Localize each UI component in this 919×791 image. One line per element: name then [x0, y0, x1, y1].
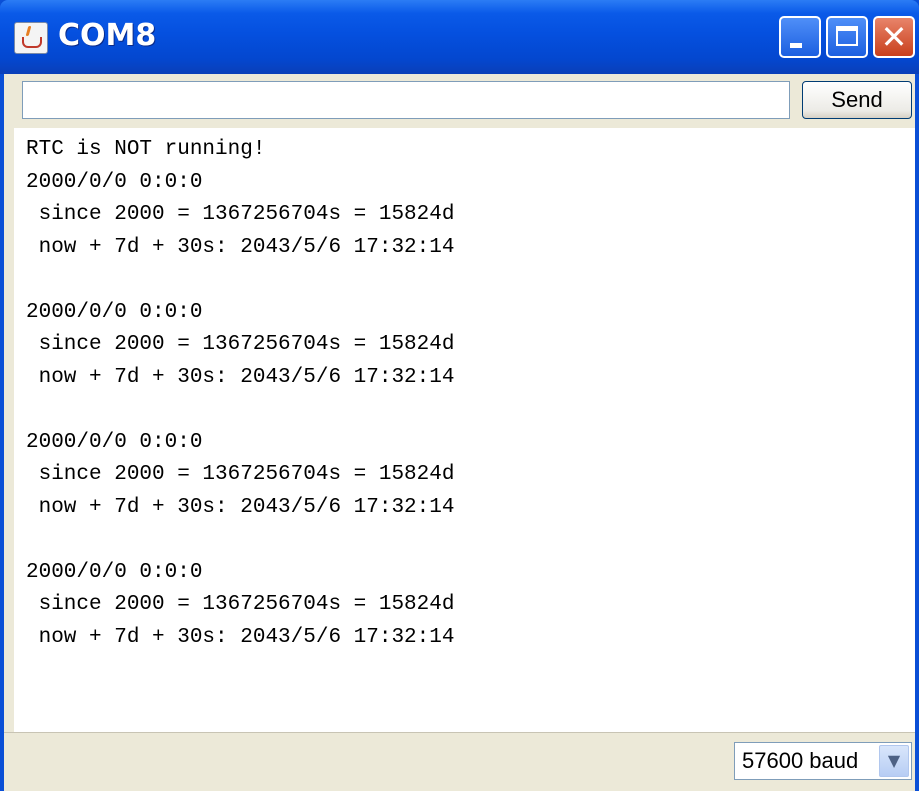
- maximize-icon: [836, 26, 858, 46]
- baud-rate-value: 57600 baud: [742, 748, 859, 773]
- output-line: RTC is NOT running!: [26, 138, 266, 161]
- client-area: Send RTC is NOT running! 2000/0/0 0:0:0 s…: [4, 74, 915, 791]
- close-button[interactable]: ✕: [873, 16, 915, 58]
- send-button[interactable]: Send: [802, 81, 912, 119]
- baud-dropdown-button[interactable]: ▼: [879, 745, 909, 777]
- minimize-icon: [790, 43, 802, 48]
- output-line: since 2000 = 1367256704s = 15824d: [26, 203, 455, 226]
- chevron-down-icon: ▼: [887, 751, 901, 770]
- send-row: Send: [4, 74, 915, 126]
- output-line: 2000/0/0 0:0:0: [26, 170, 203, 194]
- output-line: 2000/0/0 0:0:0: [26, 430, 203, 454]
- status-bar: 57600 baud ▼: [4, 732, 915, 791]
- output-line: now + 7d + 30s: 2043/5/6 17:32:14: [26, 365, 455, 389]
- output-line: 2000/0/0 0:0:0: [26, 300, 203, 324]
- output-line: now + 7d + 30s: 2043/5/6 17:32:14: [26, 495, 455, 519]
- minimize-button[interactable]: [779, 16, 821, 58]
- title-bar[interactable]: COM8 ✕: [0, 0, 919, 74]
- output-line: now + 7d + 30s: 2043/5/6 17:32:14: [26, 625, 455, 649]
- output-line: 2000/0/0 0:0:0: [26, 560, 203, 584]
- baud-rate-select[interactable]: 57600 baud ▼: [734, 742, 912, 780]
- output-line: since 2000 = 1367256704s = 15824d: [26, 593, 455, 616]
- output-line: since 2000 = 1367256704s = 15824d: [26, 463, 455, 486]
- close-icon: ✕: [880, 18, 908, 56]
- maximize-button[interactable]: [826, 16, 868, 58]
- output-line: since 2000 = 1367256704s = 15824d: [26, 333, 455, 356]
- serial-input-field[interactable]: [22, 81, 790, 119]
- serial-monitor-window: COM8 ✕ Send RTC is NOT running! 2000/0/0 …: [0, 0, 919, 791]
- window-title: COM8: [58, 18, 157, 53]
- serial-output-area[interactable]: RTC is NOT running! 2000/0/0 0:0:0 since …: [14, 128, 915, 732]
- java-app-icon[interactable]: [14, 22, 48, 54]
- output-line: now + 7d + 30s: 2043/5/6 17:32:14: [26, 235, 455, 259]
